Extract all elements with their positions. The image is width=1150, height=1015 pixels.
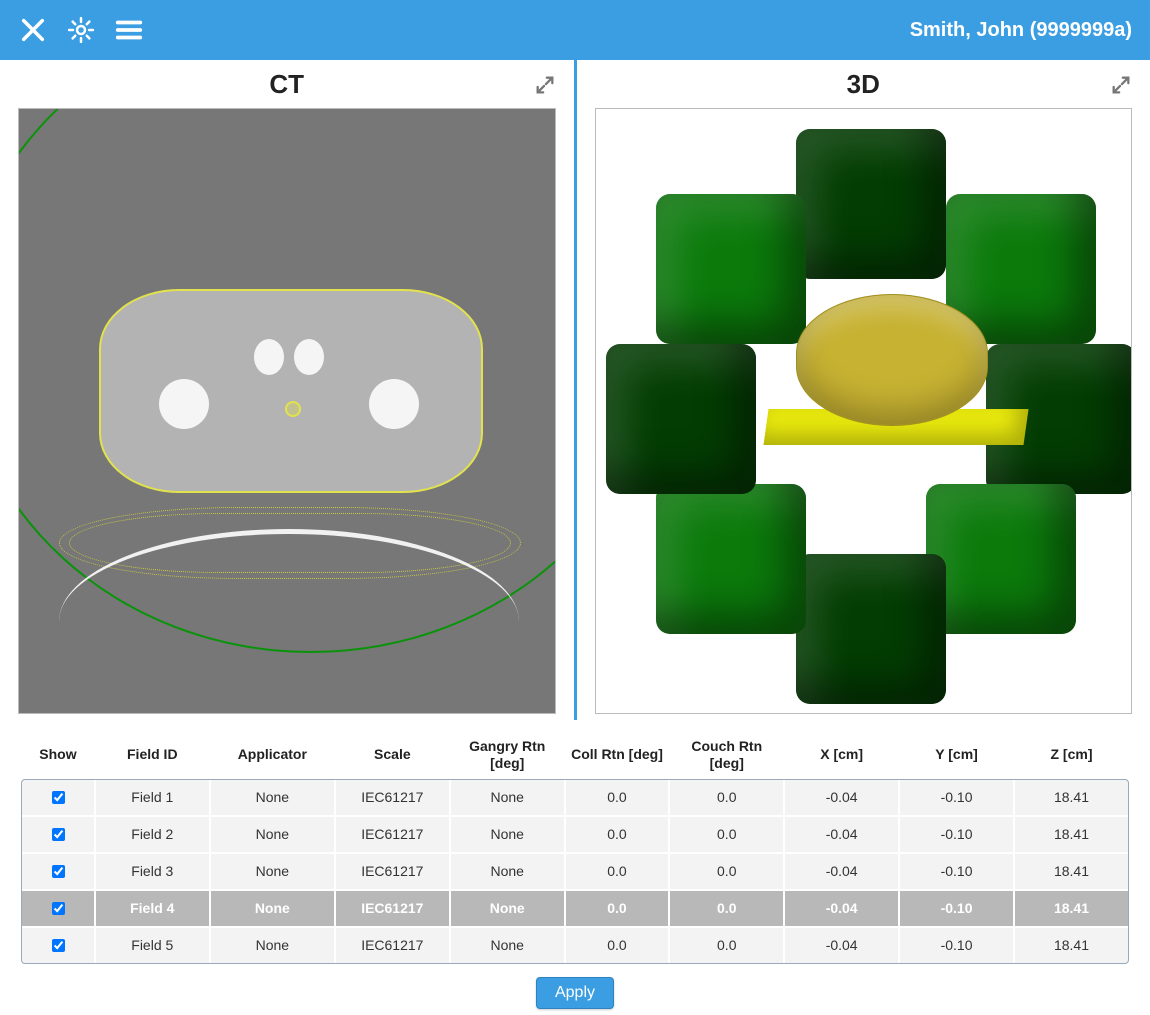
- cell-scale: IEC61217: [336, 780, 449, 815]
- cell-y: -0.10: [900, 854, 1013, 889]
- cell-coll: 0.0: [566, 891, 669, 926]
- ct-couch-arc: [59, 529, 519, 714]
- cell-z: 18.41: [1015, 891, 1128, 926]
- cell-y: -0.10: [900, 817, 1013, 852]
- expand-icon[interactable]: [534, 74, 556, 96]
- close-icon[interactable]: [18, 15, 48, 45]
- show-checkbox[interactable]: [52, 865, 65, 878]
- cell-field-id: Field 4: [96, 891, 209, 926]
- menu-icon[interactable]: [114, 15, 144, 45]
- beam-cylinder: [656, 484, 806, 634]
- cell-gantry: None: [451, 891, 564, 926]
- patient-surface-3d: [796, 294, 988, 426]
- cell-field-id: Field 5: [96, 928, 209, 963]
- cell-field-id: Field 2: [96, 817, 209, 852]
- cell-couch: 0.0: [670, 780, 783, 815]
- ct-body-contour: [99, 289, 483, 493]
- table-row[interactable]: Field 4NoneIEC61217None0.00.0-0.04-0.101…: [22, 891, 1128, 926]
- col-header-field[interactable]: Field ID: [96, 732, 209, 778]
- col-header-z[interactable]: Z [cm]: [1015, 732, 1128, 778]
- beam-cylinder: [796, 129, 946, 279]
- cell-gantry: None: [451, 780, 564, 815]
- cell-z: 18.41: [1015, 817, 1128, 852]
- show-checkbox[interactable]: [52, 939, 65, 952]
- col-header-gantry[interactable]: Gangry Rtn [deg]: [451, 732, 564, 778]
- cell-coll: 0.0: [566, 780, 669, 815]
- ct-bone: [254, 339, 284, 375]
- patient-name: Smith, John (9999999a): [910, 19, 1132, 42]
- cell-x: -0.04: [785, 817, 898, 852]
- view-title-3d: 3D: [847, 69, 880, 100]
- cell-z: 18.41: [1015, 854, 1128, 889]
- col-header-x[interactable]: X [cm]: [785, 732, 898, 778]
- cell-x: -0.04: [785, 928, 898, 963]
- ct-bone: [294, 339, 324, 375]
- cell-show: [22, 817, 94, 852]
- cell-couch: 0.0: [670, 928, 783, 963]
- cell-gantry: None: [451, 854, 564, 889]
- cell-x: -0.04: [785, 891, 898, 926]
- gear-icon[interactable]: [66, 15, 96, 45]
- cell-scale: IEC61217: [336, 854, 449, 889]
- ct-viewport[interactable]: [18, 108, 556, 714]
- show-checkbox[interactable]: [52, 828, 65, 841]
- cell-show: [22, 780, 94, 815]
- cell-coll: 0.0: [566, 854, 669, 889]
- col-header-show[interactable]: Show: [22, 732, 94, 778]
- table-row[interactable]: Field 3NoneIEC61217None0.00.0-0.04-0.101…: [22, 854, 1128, 889]
- cell-applicator: None: [211, 891, 334, 926]
- cell-scale: IEC61217: [336, 817, 449, 852]
- col-header-y[interactable]: Y [cm]: [900, 732, 1013, 778]
- view-panel-ct: CT: [0, 60, 574, 720]
- col-header-coll[interactable]: Coll Rtn [deg]: [566, 732, 669, 778]
- beam-cylinder: [796, 554, 946, 704]
- cell-scale: IEC61217: [336, 891, 449, 926]
- cell-applicator: None: [211, 854, 334, 889]
- cell-couch: 0.0: [670, 891, 783, 926]
- view-panel-3d: 3D: [574, 60, 1150, 720]
- cell-show: [22, 854, 94, 889]
- cell-x: -0.04: [785, 780, 898, 815]
- col-header-applicator[interactable]: Applicator: [211, 732, 334, 778]
- expand-icon[interactable]: [1110, 74, 1132, 96]
- cell-applicator: None: [211, 817, 334, 852]
- cell-y: -0.10: [900, 891, 1013, 926]
- col-header-couch[interactable]: Couch Rtn [deg]: [670, 732, 783, 778]
- cell-applicator: None: [211, 780, 334, 815]
- threed-viewport[interactable]: [595, 108, 1133, 714]
- cell-y: -0.10: [900, 928, 1013, 963]
- beam-cylinder: [926, 484, 1076, 634]
- beam-cylinder: [656, 194, 806, 344]
- cell-field-id: Field 3: [96, 854, 209, 889]
- cell-gantry: None: [451, 817, 564, 852]
- cell-coll: 0.0: [566, 928, 669, 963]
- ct-bone: [159, 379, 209, 429]
- view-title-ct: CT: [269, 69, 304, 100]
- table-row[interactable]: Field 5NoneIEC61217None0.00.0-0.04-0.101…: [22, 928, 1128, 963]
- cell-show: [22, 891, 94, 926]
- cell-y: -0.10: [900, 780, 1013, 815]
- cell-couch: 0.0: [670, 817, 783, 852]
- cell-z: 18.41: [1015, 780, 1128, 815]
- cell-scale: IEC61217: [336, 928, 449, 963]
- table-row[interactable]: Field 1NoneIEC61217None0.00.0-0.04-0.101…: [22, 780, 1128, 815]
- cell-field-id: Field 1: [96, 780, 209, 815]
- apply-button[interactable]: Apply: [536, 977, 614, 1009]
- fields-table: Show Field ID Applicator Scale Gangry Rt…: [20, 730, 1130, 965]
- cell-applicator: None: [211, 928, 334, 963]
- cell-coll: 0.0: [566, 817, 669, 852]
- cell-gantry: None: [451, 928, 564, 963]
- ct-bone: [369, 379, 419, 429]
- beam-cylinder: [606, 344, 756, 494]
- show-checkbox[interactable]: [52, 902, 65, 915]
- cell-x: -0.04: [785, 854, 898, 889]
- cell-show: [22, 928, 94, 963]
- ct-isocenter-marker: [285, 401, 301, 417]
- cell-z: 18.41: [1015, 928, 1128, 963]
- show-checkbox[interactable]: [52, 791, 65, 804]
- col-header-scale[interactable]: Scale: [336, 732, 449, 778]
- cell-couch: 0.0: [670, 854, 783, 889]
- table-row[interactable]: Field 2NoneIEC61217None0.00.0-0.04-0.101…: [22, 817, 1128, 852]
